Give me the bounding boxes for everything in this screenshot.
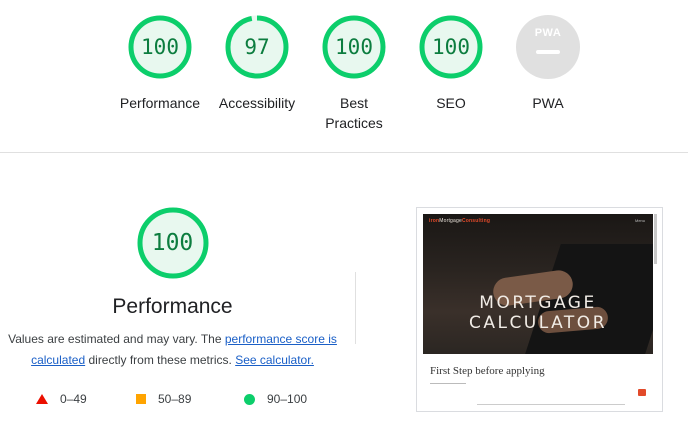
performance-score: 100 — [151, 230, 194, 256]
gauge-accessibility[interactable]: 97 Accessibility — [207, 14, 307, 113]
gauge-best-practices[interactable]: 100 Best Practices — [304, 14, 404, 133]
desc-text: Values are estimated and may vary. The — [8, 332, 225, 346]
final-screenshot-thumbnail[interactable]: ironMortgageConsulting Menu MORTGAGE CAL… — [416, 207, 663, 412]
score-legend: 0–49 50–89 90–100 — [34, 392, 334, 412]
gauge-pwa[interactable]: PWA PWA — [498, 14, 598, 113]
hero-heading: MORTGAGE CALCULATOR — [468, 293, 608, 333]
section-divider — [0, 152, 688, 153]
pwa-badge-text: PWA — [534, 27, 562, 39]
input-line — [477, 404, 625, 405]
category-gauges: 100 Performance 97 Accessibility 100 Bes… — [0, 0, 688, 152]
chat-button-icon — [638, 389, 646, 396]
vertical-divider — [355, 272, 356, 344]
score-value: 97 — [244, 35, 270, 59]
gauge-label: Accessibility — [218, 95, 296, 111]
score-value: 100 — [141, 35, 179, 59]
performance-title: Performance — [112, 295, 233, 318]
performance-summary: 100 Performance Values are estimated and… — [0, 205, 345, 371]
legend-range: 90–100 — [267, 392, 308, 406]
legend-item-fail: 0–49 — [36, 392, 87, 406]
gauge-label: Best Practices — [325, 95, 383, 131]
legend-item-pass: 90–100 — [244, 392, 307, 406]
square-icon — [136, 394, 146, 404]
legend-item-average: 50–89 — [136, 392, 191, 406]
see-calculator-link[interactable]: See calculator. — [235, 353, 314, 367]
performance-gauge: 100 — [135, 205, 211, 281]
scrollbar — [654, 214, 657, 264]
gauge-seo[interactable]: 100 SEO — [401, 14, 501, 113]
hero-subheading: First Step before applying — [430, 365, 545, 377]
triangle-icon — [36, 394, 48, 404]
circle-icon — [244, 393, 255, 405]
gauge-label: Performance — [119, 95, 201, 111]
gauge-label: SEO — [436, 95, 466, 111]
score-value: 100 — [335, 35, 373, 59]
hero-image: ironMortgageConsulting Menu MORTGAGE CAL… — [423, 214, 653, 354]
legend-range: 0–49 — [60, 392, 87, 406]
legend-range: 50–89 — [158, 392, 192, 406]
score-value: 100 — [432, 35, 470, 59]
site-logo: ironMortgageConsulting — [429, 218, 491, 224]
gauge-label: PWA — [532, 95, 564, 111]
performance-description: Values are estimated and may vary. The p… — [8, 329, 338, 371]
site-nav: Menu — [634, 218, 645, 223]
underline-divider — [430, 383, 466, 384]
desc-text: directly from these metrics. — [85, 353, 236, 367]
gauge-performance[interactable]: 100 Performance — [110, 14, 210, 113]
